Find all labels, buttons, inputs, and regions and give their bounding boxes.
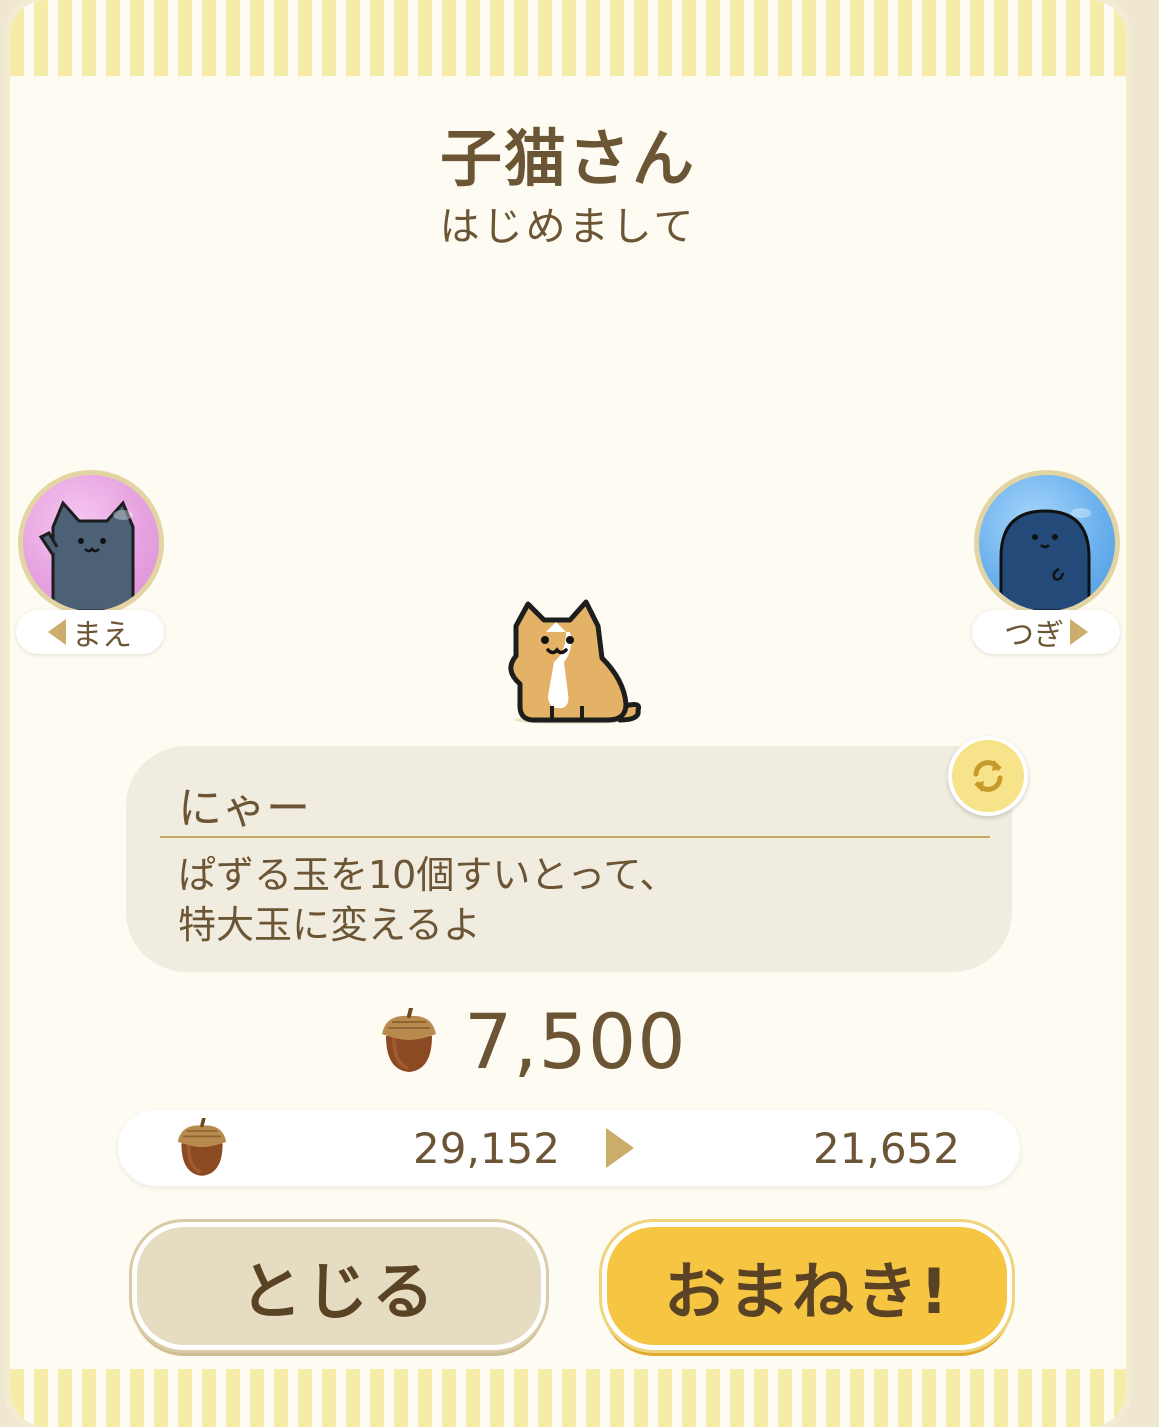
chevron-right-icon <box>1070 619 1088 645</box>
page-subtitle: はじめまして <box>439 204 697 250</box>
top-stripe-border <box>10 0 1126 76</box>
blue-blob-icon <box>999 508 1091 611</box>
prev-character-avatar[interactable] <box>18 470 164 616</box>
balance-before: 29,152 <box>413 1124 560 1173</box>
next-label[interactable]: つぎ <box>972 610 1120 654</box>
black-cat-icon <box>38 500 135 611</box>
next-label-text: つぎ <box>1004 618 1064 653</box>
refresh-button[interactable] <box>948 736 1028 816</box>
refresh-icon <box>973 760 1003 792</box>
invite-button[interactable]: おまねき! <box>602 1222 1012 1350</box>
skill-description-line2: 特大玉に変えるよ <box>178 903 481 947</box>
bottom-stripe-border <box>10 1369 1126 1427</box>
cost-value: 7,500 <box>464 996 687 1086</box>
divider <box>160 836 990 838</box>
page-title: 子猫さん <box>439 122 696 195</box>
prev-label-text: まえ <box>72 618 132 653</box>
balance-bar: 29,152 21,652 <box>118 1110 1020 1186</box>
next-character-button[interactable]: つぎ <box>972 470 1122 655</box>
acorn-icon <box>382 1008 436 1072</box>
arrow-right-icon <box>606 1128 634 1168</box>
skill-name: にゃー <box>178 783 310 834</box>
next-character-avatar[interactable] <box>974 470 1120 616</box>
prev-label[interactable]: まえ <box>16 610 164 654</box>
dialog-panel: 子猫さん はじめまして まえ つぎ にゃー ぱずる玉を10個すいとって、 特大玉… <box>10 0 1126 1427</box>
skill-description-box: にゃー ぱずる玉を10個すいとって、 特大玉に変えるよ <box>126 746 1012 972</box>
prev-character-button[interactable]: まえ <box>16 470 166 655</box>
close-button[interactable]: とじる <box>132 1222 546 1350</box>
skill-description-line1: ぱずる玉を10個すいとって、 <box>178 853 678 897</box>
skill-description: ぱずる玉を10個すいとって、 特大玉に変えるよ <box>178 850 677 950</box>
kitten-character <box>508 599 642 724</box>
chevron-left-icon <box>48 619 66 645</box>
cost-display: 7,500 <box>380 996 687 1086</box>
balance-after: 21,652 <box>813 1124 960 1173</box>
acorn-icon <box>177 1116 227 1176</box>
